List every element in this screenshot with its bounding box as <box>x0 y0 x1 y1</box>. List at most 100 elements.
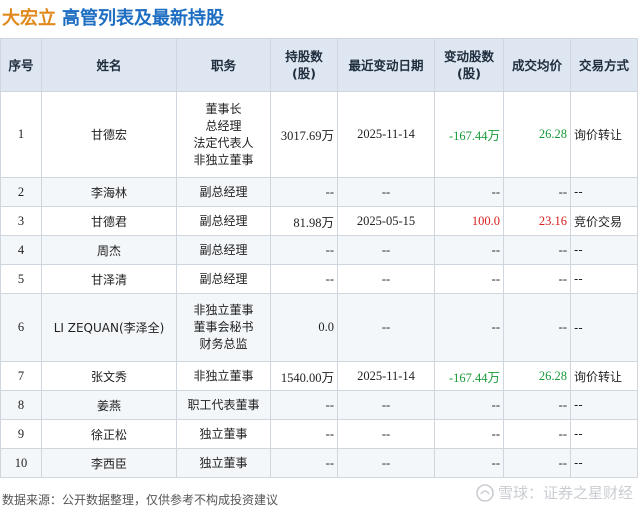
row-number: 8 <box>0 390 42 420</box>
column-header: 变动股数 (股) <box>434 38 504 92</box>
table-body: 1 甘德宏 董事长 总经理 法定代表人 非独立董事 3017.69万 2025-11-14 -1… <box>0 91 638 478</box>
table-row: 4 周杰 副总经理 -- -- -- -- -- <box>0 235 638 265</box>
role-item: 非独立董事 <box>193 368 254 383</box>
shares-held: -- <box>270 177 338 207</box>
shares-held: 1540.00万 <box>270 361 338 391</box>
trade-method: -- <box>570 448 638 478</box>
table-row: 6 LI ZEQUAN(李泽全) 非独立董事 董事会秘书 财务总监 0.0 -- -- -- -- <box>0 293 638 362</box>
executive-roles: 职工代表董事 <box>176 390 271 420</box>
executive-name: 徐正松 <box>41 419 177 449</box>
average-price: -- <box>503 390 571 420</box>
executives-table: 序号 姓名 职务 持股数 (股) 最近变动日期 变动股数 (股) 成交均价 交易方式 1 甘德宏 董事… <box>0 38 638 478</box>
trade-method: -- <box>570 293 638 362</box>
last-change-date: 2025-11-14 <box>337 91 435 178</box>
change-shares: -- <box>434 264 504 294</box>
column-header: 最近变动日期 <box>337 38 435 92</box>
column-header: 交易方式 <box>570 38 638 92</box>
last-change-date: -- <box>337 177 435 207</box>
role-item: 董事长 <box>205 101 242 116</box>
executive-name: 甘泽清 <box>41 264 177 294</box>
executive-roles: 独立董事 <box>176 419 271 449</box>
last-change-date: 2025-05-15 <box>337 206 435 236</box>
brand-watermark: 雪球：证券之星财经 <box>476 482 633 503</box>
trade-method: -- <box>570 419 638 449</box>
data-source-note: 数据来源：公开数据整理，仅供参考不构成投资建议 <box>2 493 279 507</box>
role-item: 职工代表董事 <box>187 397 260 412</box>
table-row: 8 姜燕 职工代表董事 -- -- -- -- -- <box>0 390 638 420</box>
role-item: 副总经理 <box>199 184 248 199</box>
change-shares: -167.44万 <box>434 361 504 391</box>
column-header: 姓名 <box>41 38 177 92</box>
column-header: 职务 <box>176 38 271 92</box>
executive-roles: 副总经理 <box>176 206 271 236</box>
table-row: 1 甘德宏 董事长 总经理 法定代表人 非独立董事 3017.69万 2025-11-14 -1… <box>0 91 638 178</box>
trade-method: 竞价交易 <box>570 206 638 236</box>
executive-name: 甘德君 <box>41 206 177 236</box>
row-number: 5 <box>0 264 42 294</box>
role-item: 副总经理 <box>199 242 248 257</box>
average-price: 26.28 <box>503 91 571 178</box>
average-price: -- <box>503 293 571 362</box>
role-item: 非独立董事 <box>193 303 254 317</box>
executive-roles: 独立董事 <box>176 448 271 478</box>
change-shares: -- <box>434 390 504 420</box>
role-item: 非独立董事 <box>193 152 254 167</box>
row-number: 1 <box>0 91 42 178</box>
snowball-icon <box>476 483 494 502</box>
trade-method: 询价转让 <box>570 361 638 391</box>
table-row: 3 甘德君 副总经理 81.98万 2025-05-15 100.0 23.16 竞价交易 <box>0 206 638 236</box>
executive-roles: 董事长 总经理 法定代表人 非独立董事 <box>176 91 271 178</box>
trade-method: -- <box>570 177 638 207</box>
role-item: 独立董事 <box>199 455 248 470</box>
table-header-row: 序号 姓名 职务 持股数 (股) 最近变动日期 变动股数 (股) 成交均价 交易方式 <box>0 38 638 92</box>
role-item: 副总经理 <box>199 213 248 228</box>
table-row: 2 李海林 副总经理 -- -- -- -- -- <box>0 177 638 207</box>
row-number: 10 <box>0 448 42 478</box>
page: 证券之星 证券之星 大宏立高管列表及最新持股 序号姓名职务持股数(股)最近变动日… <box>0 0 639 510</box>
row-number: 9 <box>0 419 42 449</box>
average-price: -- <box>503 177 571 207</box>
change-shares: 100.0 <box>434 206 504 236</box>
table-row: 9 徐正松 独立董事 -- -- -- -- -- <box>0 419 638 449</box>
table-row: 10 李西臣 独立董事 -- -- -- -- -- <box>0 448 638 478</box>
shares-held: 3017.69万 <box>270 91 338 178</box>
shares-held: -- <box>270 419 338 449</box>
last-change-date: -- <box>337 448 435 478</box>
shares-held: 81.98万 <box>270 206 338 236</box>
executive-roles: 副总经理 <box>176 235 271 265</box>
role-item: 独立董事 <box>199 426 248 441</box>
average-price: -- <box>503 264 571 294</box>
executive-name: LI ZEQUAN(李泽全) <box>41 293 177 362</box>
role-item: 总经理 <box>205 118 242 133</box>
executive-roles: 非独立董事 <box>176 361 271 391</box>
row-number: 3 <box>0 206 42 236</box>
role-item: 董事会秘书 <box>193 320 254 334</box>
executive-name: 李海林 <box>41 177 177 207</box>
average-price: -- <box>503 448 571 478</box>
last-change-date: -- <box>337 293 435 362</box>
role-item: 财务总监 <box>199 337 248 351</box>
last-change-date: -- <box>337 235 435 265</box>
average-price: 23.16 <box>503 206 571 236</box>
company-name: 大宏立 <box>2 8 56 29</box>
last-change-date: -- <box>337 264 435 294</box>
brand-text: 雪球：证券之星财经 <box>497 484 633 502</box>
executive-name: 姜燕 <box>41 390 177 420</box>
executive-name: 周杰 <box>41 235 177 265</box>
change-shares: -167.44万 <box>434 91 504 178</box>
executive-name: 张文秀 <box>41 361 177 391</box>
table-row: 5 甘泽清 副总经理 -- -- -- -- -- <box>0 264 638 294</box>
executive-roles: 副总经理 <box>176 264 271 294</box>
change-shares: -- <box>434 419 504 449</box>
change-shares: -- <box>434 293 504 362</box>
shares-held: 0.0 <box>270 293 338 362</box>
average-price: -- <box>503 235 571 265</box>
executive-roles: 非独立董事董事会秘书财务总监 <box>176 293 271 362</box>
shares-held: -- <box>270 448 338 478</box>
trade-method: -- <box>570 390 638 420</box>
table-heading: 高管列表及最新持股 <box>62 8 224 29</box>
last-change-date: -- <box>337 390 435 420</box>
column-header: 持股数 (股) <box>270 38 338 92</box>
change-shares: -- <box>434 235 504 265</box>
change-shares: -- <box>434 177 504 207</box>
